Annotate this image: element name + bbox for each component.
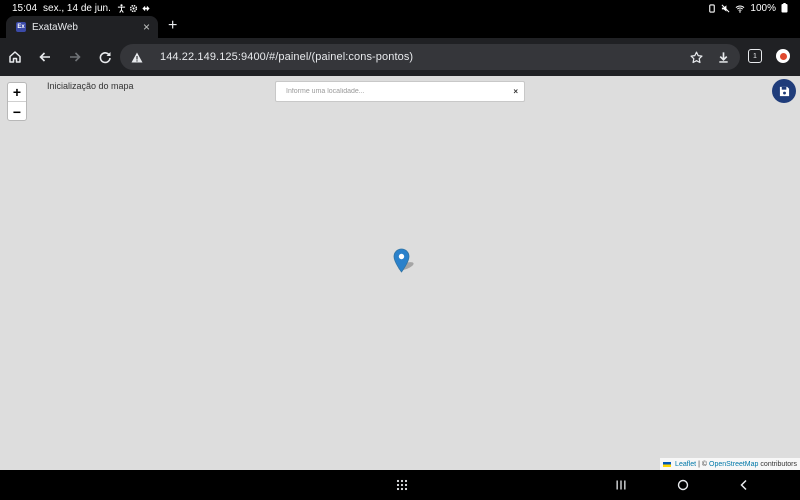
tab-exataweb[interactable]: Ex ExataWeb × xyxy=(6,16,158,38)
tab-count: 1 xyxy=(753,52,757,60)
address-bar[interactable]: 144.22.149.125:9400/#/painel/(painel:con… xyxy=(120,44,740,70)
status-date: sex., 14 de jun. xyxy=(43,2,111,14)
zoom-in-button[interactable]: + xyxy=(8,83,26,102)
map-attribution: Leaflet | © OpenStreetMap contributors xyxy=(660,458,800,470)
save-button[interactable] xyxy=(772,79,796,103)
attribution-contributors: contributors xyxy=(760,460,797,468)
tab-title: ExataWeb xyxy=(32,21,78,33)
sync-icon xyxy=(142,5,150,11)
download-icon[interactable] xyxy=(717,51,730,64)
recents-icon xyxy=(616,480,626,490)
floppy-disk-icon xyxy=(779,86,789,96)
chevron-left-icon xyxy=(740,479,747,491)
mute-icon xyxy=(721,4,730,12)
android-nav-bar xyxy=(0,470,800,500)
not-secure-warning-icon[interactable] xyxy=(130,50,144,64)
osm-link[interactable]: OpenStreetMap xyxy=(709,461,758,468)
zoom-out-button[interactable]: − xyxy=(8,102,26,121)
map-title: Inicialização do mapa xyxy=(47,81,134,91)
recent-apps-button[interactable] xyxy=(613,477,629,493)
status-time: 15:04 xyxy=(12,2,38,14)
wifi-icon xyxy=(736,5,745,13)
profile-avatar[interactable] xyxy=(776,49,790,63)
status-notification-icons xyxy=(117,3,151,13)
reload-icon xyxy=(99,52,111,64)
arrow-left-icon xyxy=(39,52,50,62)
attribution-separator: | © xyxy=(698,460,707,468)
tab-close-icon[interactable]: × xyxy=(143,20,150,34)
ukraine-flag-icon xyxy=(663,461,672,467)
clear-search-icon[interactable]: × xyxy=(513,87,518,96)
tab-switcher-button[interactable]: 1 xyxy=(748,49,762,63)
url-text[interactable]: 144.22.149.125:9400/#/painel/(painel:con… xyxy=(160,51,413,63)
grid-dots-icon xyxy=(396,479,408,491)
back-nav-button[interactable] xyxy=(736,477,752,493)
settings-icon xyxy=(129,4,137,12)
tab-strip: Ex ExataWeb × + xyxy=(0,16,800,38)
status-bar: 15:04 sex., 14 de jun. 100% xyxy=(0,0,800,16)
home-icon xyxy=(9,51,21,63)
back-button[interactable] xyxy=(31,43,59,71)
leaflet-link[interactable]: Leaflet xyxy=(675,461,696,468)
forward-button[interactable] xyxy=(61,43,89,71)
circle-home-icon xyxy=(677,479,689,491)
zoom-control: + − xyxy=(7,82,27,121)
browser-toolbar: 144.22.149.125:9400/#/painel/(painel:con… xyxy=(0,38,800,76)
map-marker-icon[interactable] xyxy=(392,247,418,277)
accessibility-icon xyxy=(117,3,125,13)
exata-favicon-icon: Ex xyxy=(16,22,26,32)
profile-icon xyxy=(779,52,787,60)
battery-percent: 100% xyxy=(750,2,776,14)
battery-icon xyxy=(781,3,788,13)
new-tab-icon[interactable]: + xyxy=(168,17,177,35)
home-button[interactable] xyxy=(1,43,29,71)
map-view[interactable]: + − Inicialização do mapa × Leaflet | © … xyxy=(0,76,800,470)
arrow-right-icon xyxy=(70,52,81,62)
home-nav-button[interactable] xyxy=(675,477,691,493)
location-search-input[interactable] xyxy=(286,88,514,95)
reload-button[interactable] xyxy=(91,43,119,71)
star-bookmark-icon[interactable] xyxy=(690,51,703,64)
app-drawer-button[interactable] xyxy=(394,477,410,493)
location-search-box: × xyxy=(275,81,525,102)
vibrate-icon xyxy=(709,3,716,13)
